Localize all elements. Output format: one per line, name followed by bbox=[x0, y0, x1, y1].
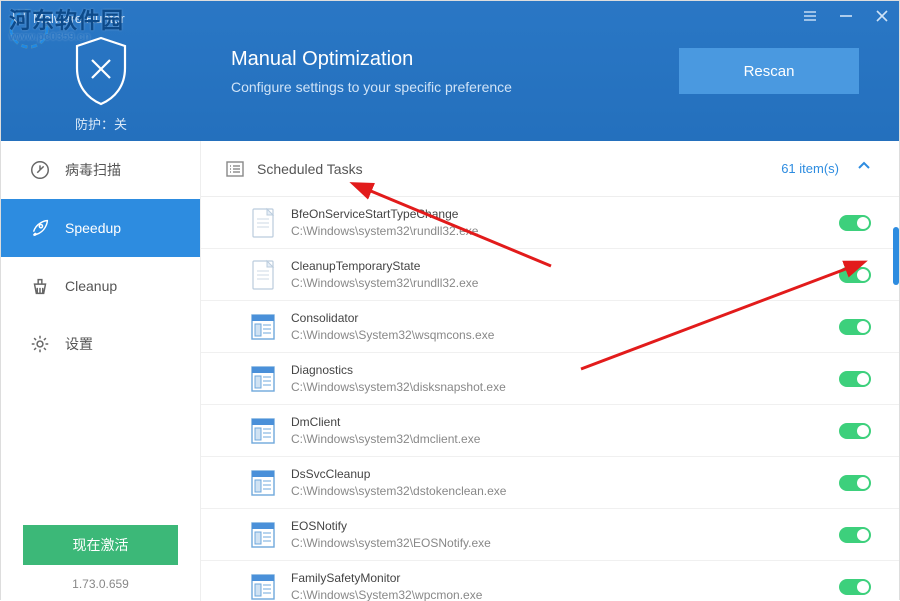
task-name: DsSvcCleanup bbox=[291, 466, 839, 483]
exe-window-icon bbox=[249, 467, 277, 499]
task-info: ConsolidatorC:\Windows\System32\wsqmcons… bbox=[291, 310, 839, 344]
rescan-button[interactable]: Rescan bbox=[679, 48, 859, 94]
exe-window-icon bbox=[249, 415, 277, 447]
main-content[interactable]: Scheduled Tasks 61 item(s) BfeOnServiceS… bbox=[201, 141, 899, 601]
version-label: 1.73.0.659 bbox=[1, 577, 200, 591]
sidebar-item-virus-scan[interactable]: 病毒扫描 bbox=[1, 141, 200, 199]
watermark-text: 河东软件园 bbox=[9, 8, 124, 33]
task-toggle[interactable] bbox=[839, 371, 871, 387]
task-row: ConsolidatorC:\Windows\System32\wsqmcons… bbox=[201, 301, 899, 353]
task-list: BfeOnServiceStartTypeChangeC:\Windows\sy… bbox=[201, 197, 899, 601]
header-main: Manual Optimization Configure settings t… bbox=[201, 1, 899, 141]
watermark-overlay: 河东软件园 www.pc0359.cn bbox=[9, 3, 124, 43]
page-title: Manual Optimization bbox=[231, 48, 512, 71]
task-info: DiagnosticsC:\Windows\system32\disksnaps… bbox=[291, 362, 839, 396]
sidebar-spacer bbox=[1, 373, 200, 525]
virus-scan-icon bbox=[29, 159, 51, 181]
list-icon bbox=[225, 159, 245, 179]
task-info: EOSNotifyC:\Windows\system32\EOSNotify.e… bbox=[291, 518, 839, 552]
task-toggle[interactable] bbox=[839, 579, 871, 595]
gear-icon bbox=[29, 333, 51, 355]
activate-button[interactable]: 现在激活 bbox=[23, 525, 178, 565]
task-path: C:\Windows\system32\rundll32.exe bbox=[291, 275, 839, 292]
document-icon bbox=[249, 259, 277, 291]
document-icon bbox=[249, 207, 277, 239]
sidebar: 病毒扫描 Speedup Cleanup 设置 现在激活 1.73.0.659 bbox=[1, 141, 201, 601]
task-info: CleanupTemporaryStateC:\Windows\system32… bbox=[291, 258, 839, 292]
task-name: Diagnostics bbox=[291, 362, 839, 379]
task-row: FamilySafetyMonitorC:\Windows\System32\w… bbox=[201, 561, 899, 601]
sidebar-item-settings[interactable]: 设置 bbox=[1, 315, 200, 373]
sidebar-item-label: Cleanup bbox=[65, 278, 117, 294]
task-name: CleanupTemporaryState bbox=[291, 258, 839, 275]
minimize-icon[interactable] bbox=[839, 9, 853, 27]
task-name: Consolidator bbox=[291, 310, 839, 327]
header-title-block: Manual Optimization Configure settings t… bbox=[231, 48, 512, 95]
exe-window-icon bbox=[249, 363, 277, 395]
task-row: DiagnosticsC:\Windows\system32\disksnaps… bbox=[201, 353, 899, 405]
menu-icon[interactable] bbox=[803, 9, 817, 27]
exe-window-icon bbox=[249, 571, 277, 601]
task-toggle[interactable] bbox=[839, 267, 871, 283]
close-icon[interactable] bbox=[875, 9, 889, 27]
app-header: 河东软件园 www.pc0359.cn Malware Hunter 防护：关 bbox=[1, 1, 899, 141]
task-info: FamilySafetyMonitorC:\Windows\System32\w… bbox=[291, 570, 839, 601]
page-subtitle: Configure settings to your specific pref… bbox=[231, 79, 512, 95]
task-path: C:\Windows\system32\dmclient.exe bbox=[291, 431, 839, 448]
sidebar-item-label: Speedup bbox=[65, 220, 121, 236]
task-toggle[interactable] bbox=[839, 215, 871, 231]
section-header-scheduled-tasks[interactable]: Scheduled Tasks 61 item(s) bbox=[201, 141, 899, 197]
sidebar-item-label: 设置 bbox=[65, 334, 93, 354]
task-toggle[interactable] bbox=[839, 527, 871, 543]
task-info: BfeOnServiceStartTypeChangeC:\Windows\sy… bbox=[291, 206, 839, 240]
cleanup-icon bbox=[29, 275, 51, 297]
task-row: DmClientC:\Windows\system32\dmclient.exe bbox=[201, 405, 899, 457]
task-path: C:\Windows\System32\wpcmon.exe bbox=[291, 587, 839, 601]
section-title: Scheduled Tasks bbox=[257, 161, 781, 177]
task-name: EOSNotify bbox=[291, 518, 839, 535]
window-controls bbox=[803, 9, 889, 27]
app-body: 病毒扫描 Speedup Cleanup 设置 现在激活 1.73.0.659 bbox=[1, 141, 899, 601]
sidebar-item-speedup[interactable]: Speedup bbox=[1, 199, 200, 257]
task-path: C:\Windows\system32\disksnapshot.exe bbox=[291, 379, 839, 396]
protection-status: 防护：关 bbox=[75, 114, 127, 133]
chevron-up-icon[interactable] bbox=[857, 159, 871, 178]
scrollbar-thumb[interactable] bbox=[893, 227, 899, 285]
task-info: DsSvcCleanupC:\Windows\system32\dstokenc… bbox=[291, 466, 839, 500]
task-row: DsSvcCleanupC:\Windows\system32\dstokenc… bbox=[201, 457, 899, 509]
exe-window-icon bbox=[249, 311, 277, 343]
task-name: BfeOnServiceStartTypeChange bbox=[291, 206, 839, 223]
task-info: DmClientC:\Windows\system32\dmclient.exe bbox=[291, 414, 839, 448]
task-path: C:\Windows\System32\wsqmcons.exe bbox=[291, 327, 839, 344]
task-name: DmClient bbox=[291, 414, 839, 431]
task-row: CleanupTemporaryStateC:\Windows\system32… bbox=[201, 249, 899, 301]
sidebar-item-cleanup[interactable]: Cleanup bbox=[1, 257, 200, 315]
section-count: 61 item(s) bbox=[781, 161, 839, 176]
task-path: C:\Windows\system32\EOSNotify.exe bbox=[291, 535, 839, 552]
task-toggle[interactable] bbox=[839, 319, 871, 335]
sidebar-item-label: 病毒扫描 bbox=[65, 160, 121, 180]
protection-shield-icon bbox=[69, 34, 133, 108]
speedup-icon bbox=[29, 217, 51, 239]
task-name: FamilySafetyMonitor bbox=[291, 570, 839, 587]
task-path: C:\Windows\system32\dstokenclean.exe bbox=[291, 483, 839, 500]
exe-window-icon bbox=[249, 519, 277, 551]
task-toggle[interactable] bbox=[839, 423, 871, 439]
task-path: C:\Windows\system32\rundll32.exe bbox=[291, 223, 839, 240]
task-row: EOSNotifyC:\Windows\system32\EOSNotify.e… bbox=[201, 509, 899, 561]
task-toggle[interactable] bbox=[839, 475, 871, 491]
task-row: BfeOnServiceStartTypeChangeC:\Windows\sy… bbox=[201, 197, 899, 249]
